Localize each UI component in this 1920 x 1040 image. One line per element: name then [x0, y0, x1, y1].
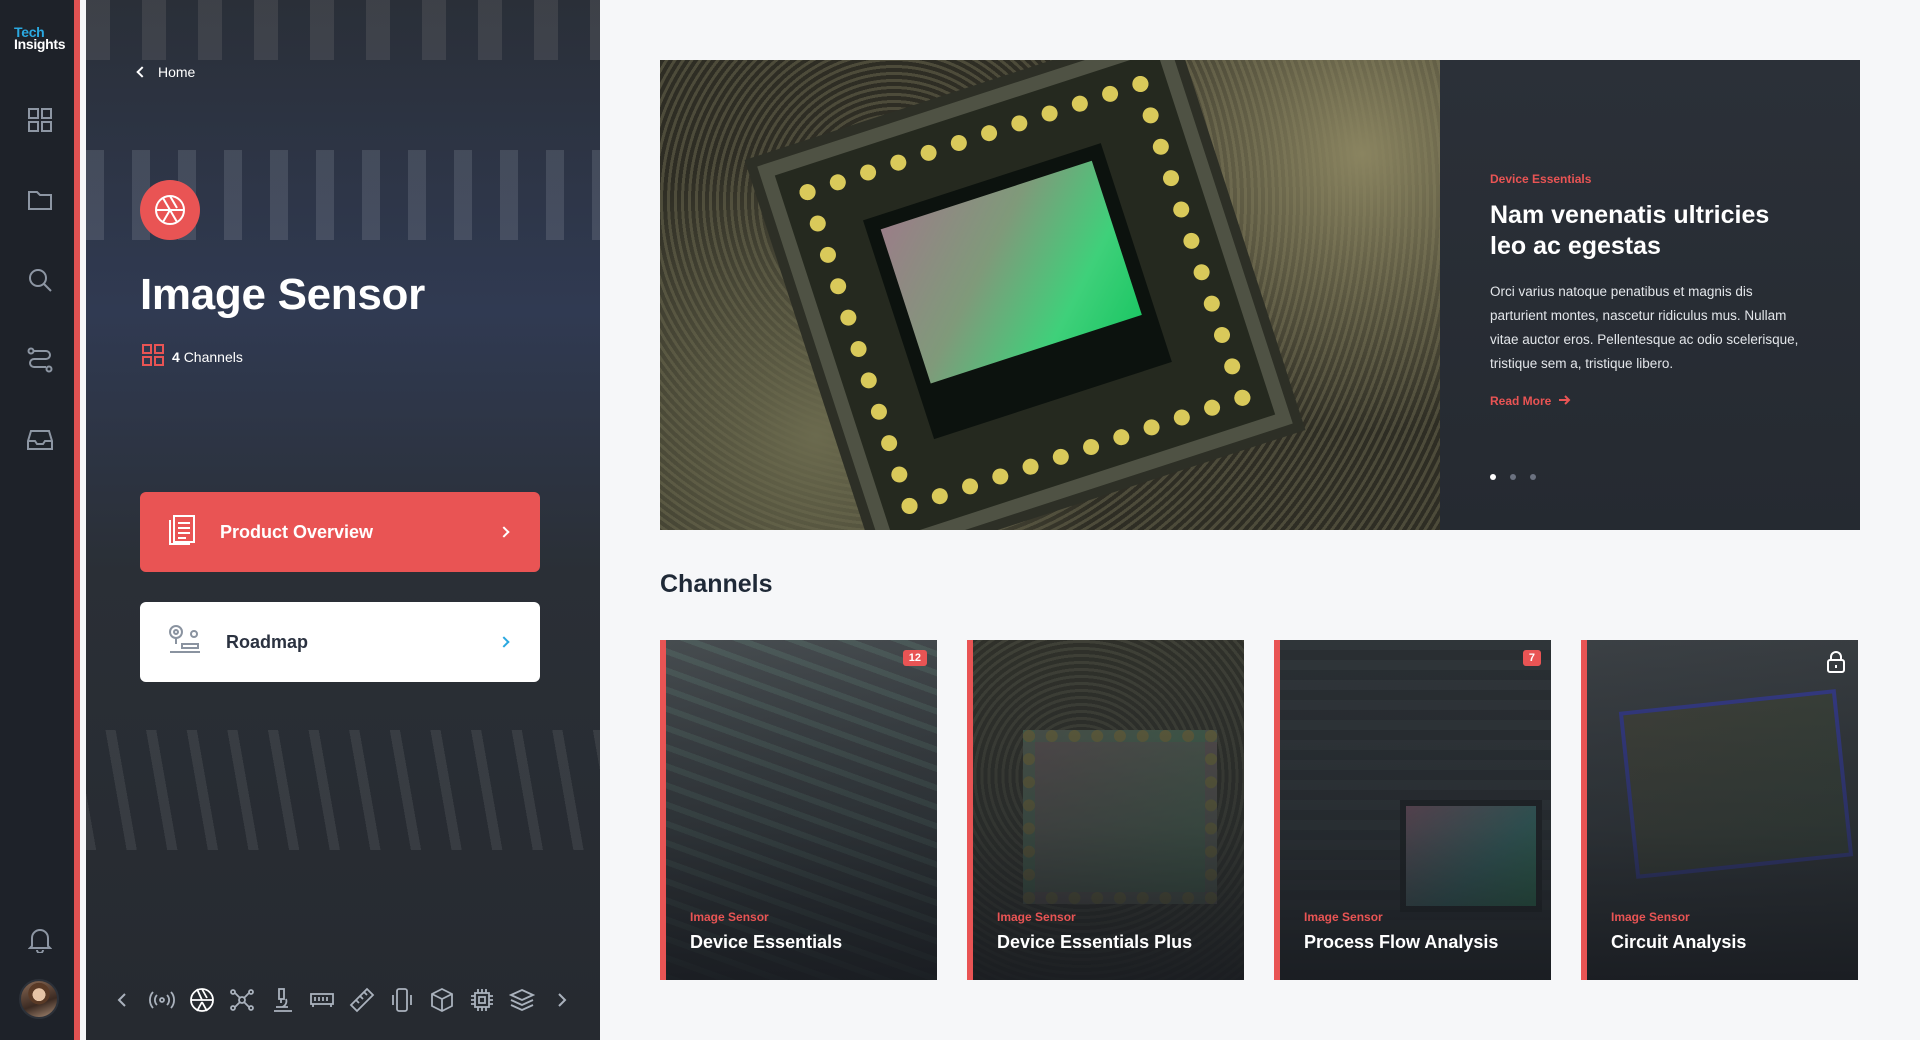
channel-card-eyebrow: Image Sensor — [1304, 910, 1383, 924]
roadmap-button[interactable]: Roadmap — [140, 602, 540, 682]
carousel-dots — [1490, 474, 1536, 480]
carousel-dot-1[interactable] — [1490, 474, 1496, 480]
roadmap-label: Roadmap — [226, 631, 309, 652]
hero-eyebrow: Device Essentials — [1490, 172, 1592, 186]
channel-card-circuit-analysis[interactable]: Image Sensor Circuit Analysis — [1581, 640, 1858, 980]
channel-card-device-essentials-plus[interactable]: Image Sensor Device Essentials Plus — [967, 640, 1244, 980]
channel-card-eyebrow: Image Sensor — [1611, 910, 1690, 924]
back-home-label: Home — [158, 64, 196, 80]
notification-count-badge: 12 — [902, 650, 927, 666]
memory-icon[interactable] — [306, 984, 338, 1016]
channel-cards: 12 Image Sensor Device Essentials Image … — [660, 640, 1860, 980]
chevron-right-icon — [498, 636, 510, 648]
chevron-left-icon — [136, 66, 148, 78]
product-panel: Home Image Sensor 4 Channels Product Ove… — [86, 0, 600, 1040]
search-icon[interactable] — [24, 264, 56, 296]
dashboard-grid-icon[interactable] — [24, 104, 56, 136]
channel-card-name: Device Essentials — [690, 932, 843, 952]
hero-headline: Nam venenatis ultricies leo ac egestas — [1490, 201, 1770, 260]
channels-grid-icon — [142, 344, 164, 369]
panel-texture — [86, 0, 600, 60]
channel-card-name: Device Essentials Plus — [997, 932, 1193, 952]
channel-card-eyebrow: Image Sensor — [690, 910, 769, 924]
panel-texture — [86, 730, 600, 850]
read-more-link[interactable]: Read More — [1490, 394, 1810, 408]
ruler-icon[interactable] — [346, 984, 378, 1016]
cube-icon[interactable] — [426, 984, 458, 1016]
layers-icon[interactable] — [506, 984, 538, 1016]
folder-icon[interactable] — [24, 184, 56, 216]
hero-image — [660, 60, 1440, 530]
channels-count-label: Channels — [183, 348, 243, 365]
microscope-icon[interactable] — [266, 984, 298, 1016]
hero-text-panel: Device Essentials Nam venenatis ultricie… — [1440, 60, 1860, 530]
document-icon — [168, 514, 196, 551]
inbox-icon[interactable] — [24, 424, 56, 456]
notification-count-badge: 7 — [1522, 650, 1541, 666]
carousel-dot-2[interactable] — [1510, 474, 1516, 480]
app-logo[interactable]: Tech Insights — [14, 25, 66, 52]
product-overview-label: Product Overview — [220, 521, 374, 542]
aperture-icon[interactable] — [186, 984, 218, 1016]
channel-card-process-flow-analysis[interactable]: 7 Image Sensor Process Flow Analysis — [1274, 640, 1551, 980]
user-avatar[interactable] — [19, 979, 59, 1019]
carousel-dot-3[interactable] — [1530, 474, 1536, 480]
channels-count: 4 Channels — [142, 344, 243, 369]
lock-icon — [1826, 650, 1846, 679]
logo-bottom-text: Insights — [14, 36, 66, 52]
chevron-right-icon[interactable] — [546, 984, 578, 1016]
bell-icon[interactable] — [24, 924, 56, 956]
channels-count-number: 4 — [172, 348, 180, 365]
route-icon[interactable] — [24, 344, 56, 376]
chevron-left-icon[interactable] — [106, 984, 138, 1016]
hero-carousel: Device Essentials Nam venenatis ultricie… — [660, 60, 1860, 530]
channel-card-device-essentials[interactable]: 12 Image Sensor Device Essentials — [660, 640, 937, 980]
product-switcher — [106, 980, 578, 1020]
phone-vibrate-icon[interactable] — [386, 984, 418, 1016]
channel-card-eyebrow: Image Sensor — [997, 910, 1076, 924]
arrow-right-icon — [1559, 394, 1571, 408]
hero-body: Orci varius natoque penatibus et magnis … — [1490, 284, 1799, 371]
left-rail: Tech Insights — [0, 0, 80, 1040]
back-home-link[interactable]: Home — [136, 64, 196, 80]
read-more-label: Read More — [1490, 394, 1552, 408]
channels-heading: Channels — [660, 570, 773, 598]
product-overview-button[interactable]: Product Overview — [140, 492, 540, 572]
broadcast-icon[interactable] — [146, 984, 178, 1016]
product-title: Image Sensor — [140, 270, 425, 319]
sensor-chip-graphic — [757, 60, 1293, 530]
roadmap-icon — [168, 624, 202, 661]
network-icon[interactable] — [226, 984, 258, 1016]
aperture-icon — [140, 180, 200, 240]
chevron-right-icon — [498, 526, 510, 538]
channel-card-name: Circuit Analysis — [1611, 932, 1747, 952]
cpu-icon[interactable] — [466, 984, 498, 1016]
channel-card-name: Process Flow Analysis — [1304, 932, 1499, 952]
